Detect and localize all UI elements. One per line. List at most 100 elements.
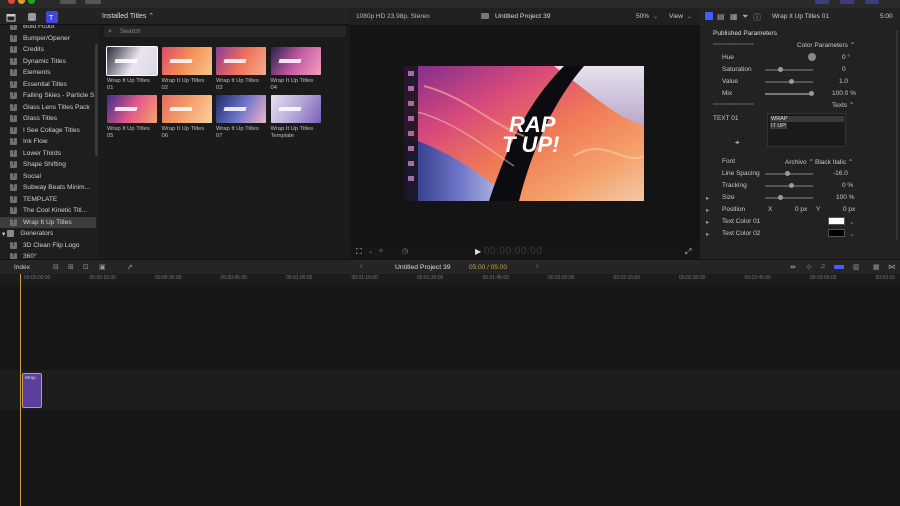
sidebar-item[interactable]: T Bold Fcout	[0, 25, 96, 33]
color-parameters-dropdown[interactable]: Color Parameters ⌃	[797, 41, 855, 49]
previous-arrow-icon[interactable]: ‹	[360, 263, 362, 270]
photos-audio-icon[interactable]	[26, 11, 38, 23]
font-family-dropdown[interactable]: Archivo ⌃	[785, 158, 814, 166]
disclosure-triangle-icon[interactable]: ▾	[2, 230, 5, 238]
append-clip-icon[interactable]: ⊡	[83, 263, 89, 271]
text-color1-swatch[interactable]	[828, 217, 845, 225]
text-inspector-icon[interactable]: ▤	[717, 12, 725, 21]
inspector-scrollbar[interactable]	[896, 30, 898, 240]
timecode-display[interactable]: 00:00:00:00	[484, 246, 542, 257]
chevron-down-icon[interactable]: ⌄	[849, 218, 854, 226]
zoom-window-button[interactable]	[28, 0, 35, 4]
speed-icon[interactable]: ◷	[402, 247, 408, 255]
installed-titles-dropdown[interactable]: Installed Titles ⌃	[102, 12, 154, 20]
value-value[interactable]: 1.0	[839, 78, 848, 85]
title-thumbnail[interactable]	[216, 95, 266, 123]
fullscreen-icon[interactable]: ⤢	[685, 247, 691, 257]
sidebar-item[interactable]: T Bumper/Opener	[0, 33, 96, 45]
next-arrow-icon[interactable]: ›	[536, 263, 538, 270]
play-icon[interactable]: ▶	[475, 247, 481, 256]
disclosure-triangle-icon[interactable]: ▸	[706, 230, 709, 238]
info-icon[interactable]: ⓘ	[753, 12, 761, 23]
title-thumbnail[interactable]	[270, 95, 321, 123]
snapping-icon[interactable]: ⊹	[806, 263, 812, 271]
overwrite-clip-icon[interactable]: ▣	[99, 263, 106, 271]
title-thumbnail[interactable]	[270, 47, 321, 75]
title-thumbnail[interactable]	[107, 95, 157, 123]
skimming-icon[interactable]: ⇹	[790, 263, 796, 271]
tracking-value[interactable]: 0 %	[842, 182, 853, 189]
forward-arrow-icon[interactable]	[85, 0, 101, 4]
sidebar-item[interactable]: T Social	[0, 171, 96, 183]
text01-field[interactable]: WRAP IT UP!	[767, 113, 846, 147]
title-thumbnail[interactable]	[161, 47, 212, 75]
mix-slider[interactable]	[765, 91, 814, 96]
disclosure-triangle-icon[interactable]: ▸	[706, 218, 709, 226]
viewer-canvas[interactable]: RAP T UP!	[404, 66, 644, 201]
sidebar-item[interactable]: T Subway Beats Minim...	[0, 182, 96, 194]
mix-value[interactable]: 100.0 %	[832, 90, 856, 97]
sidebar-item[interactable]: T Dynamic Titles	[0, 56, 96, 68]
import-icon[interactable]	[815, 0, 829, 4]
disclosure-triangle-icon[interactable]: ▸	[706, 194, 709, 202]
minimize-window-button[interactable]	[18, 0, 25, 4]
title-thumbnail[interactable]	[216, 47, 266, 75]
insert-clip-icon[interactable]: ⊞	[68, 263, 74, 271]
zoom-dropdown[interactable]: 50%	[636, 13, 649, 20]
titles-inspector-icon[interactable]	[705, 12, 713, 20]
playhead[interactable]	[20, 274, 21, 506]
select-tool-icon[interactable]: ➚	[127, 263, 133, 271]
filter-icon[interactable]: ⏷	[742, 12, 748, 22]
primary-storyline[interactable]	[0, 370, 900, 410]
saturation-slider[interactable]	[765, 67, 813, 72]
sidebar-item[interactable]: T Lower Thirds	[0, 148, 96, 160]
sidebar-item[interactable]: ▾ Generators	[0, 228, 96, 240]
disclosure-triangle-icon[interactable]: ▸	[706, 206, 709, 214]
library-icon[interactable]	[5, 11, 17, 23]
texts-dropdown[interactable]: Texts ⌃	[832, 101, 854, 109]
enhance-icon[interactable]: ✧	[378, 247, 384, 255]
sidebar-item[interactable]: T Credits	[0, 44, 96, 56]
sidebar-item[interactable]: T Essential Titles	[0, 79, 96, 91]
titles-generators-icon[interactable]: T	[46, 11, 58, 23]
clip-appearance-icon[interactable]: ▥	[853, 263, 860, 271]
keyword-icon[interactable]	[840, 0, 854, 4]
connect-clip-icon[interactable]: ⊟	[53, 263, 59, 271]
title-thumbnail[interactable]	[161, 95, 212, 123]
sidebar-item[interactable]: T Glass Lens Titles Pack	[0, 102, 96, 114]
index-button[interactable]: Index	[14, 264, 30, 271]
value-slider[interactable]	[765, 79, 813, 84]
line-spacing-value[interactable]: -16.0	[833, 170, 848, 177]
size-value[interactable]: 100 %	[836, 194, 854, 201]
sidebar-item[interactable]: T The Cool Kinetic Titl...	[0, 205, 96, 217]
title-clip[interactable]: Wrap	[22, 373, 42, 408]
close-window-button[interactable]	[8, 0, 15, 4]
font-style-dropdown[interactable]: Black Italic ⌃	[815, 158, 853, 166]
transitions-icon[interactable]: ⋈	[888, 263, 895, 271]
effects-icon[interactable]: ▦	[873, 263, 880, 271]
text-color2-swatch[interactable]	[828, 229, 845, 237]
hue-wheel[interactable]	[808, 53, 816, 61]
sidebar-item[interactable]: T 360°	[0, 251, 96, 259]
solo-icon[interactable]	[834, 265, 844, 269]
line-spacing-slider[interactable]	[765, 171, 813, 176]
position-x-value[interactable]: 0 px	[795, 206, 807, 213]
back-arrow-icon[interactable]	[60, 0, 76, 4]
chevron-down-icon[interactable]: ⌄	[849, 230, 854, 238]
position-y-value[interactable]: 0 px	[843, 206, 855, 213]
view-dropdown[interactable]: View	[669, 13, 683, 20]
sidebar-item[interactable]: T I See Collage Titles	[0, 125, 96, 137]
sidebar-item[interactable]: T Elements	[0, 67, 96, 79]
sidebar-item[interactable]: T Ink Flow	[0, 136, 96, 148]
video-inspector-icon[interactable]: ▦	[730, 12, 738, 21]
audio-icon[interactable]: ♫	[820, 263, 825, 270]
search-input[interactable]: ⌕ Search	[104, 26, 346, 37]
hue-value[interactable]: 0 °	[842, 54, 850, 61]
sidebar-item[interactable]: T Falling Skies - Particle S	[0, 90, 96, 102]
share-icon[interactable]	[865, 0, 879, 4]
sidebar-item[interactable]: T TEMPLATE	[0, 194, 96, 206]
sidebar-scrollbar[interactable]	[95, 44, 98, 156]
sidebar-item[interactable]: T Glass Titles	[0, 113, 96, 125]
sidebar-item[interactable]: T Shape Shifting	[0, 159, 96, 171]
size-slider[interactable]	[765, 195, 813, 200]
